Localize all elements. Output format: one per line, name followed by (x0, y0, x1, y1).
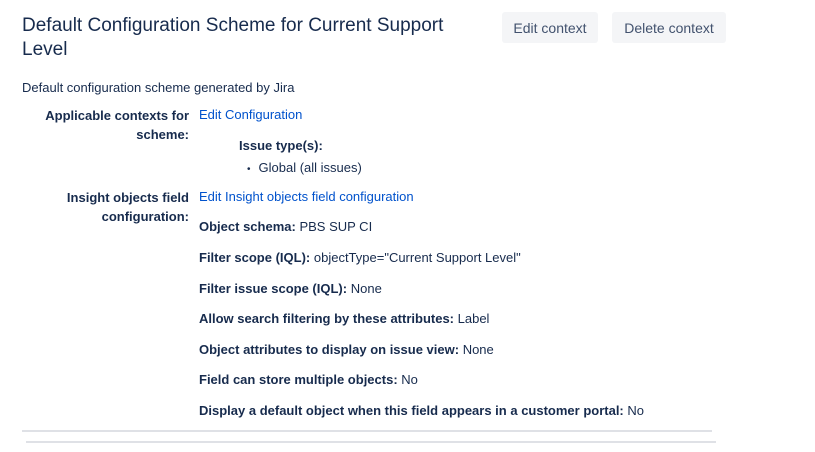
search-filtering-row: Allow search filtering by these attribut… (199, 311, 490, 326)
issue-types-label: Issue type(s): (239, 138, 323, 153)
multiple-objects-row: Field can store multiple objects: No (199, 372, 418, 387)
object-schema-row: Object schema: PBS SUP CI (199, 219, 373, 234)
display-attributes-row: Object attributes to display on issue vi… (199, 342, 494, 357)
default-object-portal-row: Display a default object when this field… (199, 403, 645, 418)
page-title: Default Configuration Scheme for Current… (22, 15, 444, 60)
edit-insight-config-link[interactable]: Edit Insight objects field configuration (199, 189, 414, 205)
bullet-icon: • (247, 164, 251, 175)
scheme-description: Default configuration scheme generated b… (22, 80, 295, 95)
issue-type-item: • Global (all issues) (247, 160, 362, 175)
edit-configuration-link[interactable]: Edit Configuration (199, 107, 302, 123)
insight-config-label: Insight objects field configuration: (66, 190, 189, 224)
delete-context-button[interactable]: Delete context (612, 12, 726, 43)
edit-context-button[interactable]: Edit context (502, 12, 598, 43)
divider (22, 430, 712, 432)
applicable-contexts-label: Applicable contexts for scheme: (45, 108, 189, 142)
filter-scope-row: Filter scope (IQL): objectType="Current … (199, 250, 521, 265)
divider (26, 441, 716, 443)
filter-issue-scope-row: Filter issue scope (IQL): None (199, 281, 382, 296)
